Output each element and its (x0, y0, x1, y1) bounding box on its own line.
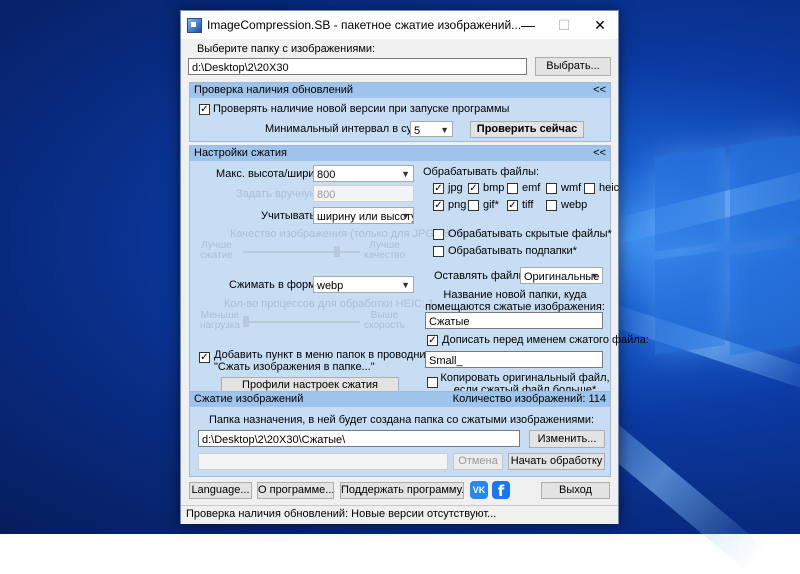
updates-title: Проверка наличия обновлений (194, 84, 354, 96)
process-files-label: Обрабатывать файлы: (423, 166, 540, 178)
about-button[interactable]: О программе... (257, 482, 334, 499)
check-on-start-checkbox[interactable]: ✓ (199, 104, 210, 115)
start-button[interactable]: Начать обработку (508, 453, 605, 470)
quality-slider[interactable] (243, 251, 360, 253)
max-size-value: 800 (317, 169, 336, 181)
compress-group: Сжатие изображений Количество изображени… (189, 391, 611, 477)
folder-label: Выберите папку с изображениями: (197, 43, 376, 55)
chevron-down-icon: ▼ (440, 125, 449, 135)
filetype-label: heic (599, 182, 620, 194)
hidden-files-label: Обрабатывать скрытые файлы* (448, 228, 612, 240)
maximize-button[interactable]: ☐ (546, 11, 582, 39)
compression-title: Настройки сжатия (194, 147, 287, 159)
filetype-checkbox-jpg[interactable]: ✓ (433, 183, 444, 194)
filetype-label: wmf (561, 182, 582, 194)
collapse-updates-button[interactable]: << (593, 84, 606, 96)
facebook-icon[interactable]: f (492, 481, 510, 500)
filetype-label: jpg (448, 182, 463, 194)
browse-button[interactable]: Выбрать... (535, 57, 611, 76)
context-menu-label: Добавить пункт в меню папок в проводнике… (214, 349, 437, 373)
exit-button[interactable]: Выход (541, 482, 610, 499)
chevron-down-icon: ▼ (401, 169, 410, 179)
app-icon (187, 18, 202, 33)
title-bar[interactable]: ImageCompression.SB - пакетное сжатие из… (181, 11, 618, 39)
compress-title: Сжатие изображений (194, 393, 304, 405)
subfolders-label: Обрабатывать подпапки* (448, 245, 577, 257)
copy-original-checkbox[interactable] (427, 377, 438, 388)
filetype-checkbox-emf[interactable] (507, 183, 518, 194)
filetype-checkbox-bmp[interactable]: ✓ (468, 183, 479, 194)
filetype-checkbox-gif[interactable] (468, 200, 479, 211)
filetype-checkbox-heic[interactable] (584, 183, 595, 194)
filetype-checkbox-png[interactable]: ✓ (433, 200, 444, 211)
vk-icon[interactable]: VK (470, 481, 488, 499)
minimize-button[interactable]: — (510, 11, 546, 39)
format-select[interactable]: webp ▼ (313, 276, 414, 293)
max-size-select[interactable]: 800 ▼ (313, 165, 414, 182)
updates-group: Проверка наличия обновлений << ✓ Проверя… (189, 82, 611, 142)
progress-bar (198, 453, 448, 470)
manual-size-input[interactable]: 800 (313, 185, 414, 202)
manual-label: Задать вручную (236, 188, 318, 200)
updates-header: Проверка наличия обновлений << (190, 83, 610, 98)
status-text: Проверка наличия обновлений: Новые верси… (186, 508, 497, 520)
prefix-label: Дописать перед именем сжатого файла: (442, 334, 649, 346)
consider-label: Учитывать (261, 210, 316, 222)
consider-value: ширину или высоту (317, 211, 414, 223)
filetype-checkbox-tiff[interactable]: ✓ (507, 200, 518, 211)
new-folder-label: Название новой папки, куда помещаются сж… (425, 289, 605, 313)
chevron-down-icon: ▼ (401, 211, 410, 221)
chevron-down-icon: ▼ (401, 280, 410, 290)
prefix-checkbox[interactable]: ✓ (427, 335, 438, 346)
interval-value: 5 (414, 125, 421, 137)
keep-files-label: Оставлять файлы:* (434, 270, 534, 282)
new-folder-input[interactable]: Сжатые (425, 312, 603, 329)
filetype-checkbox-webp[interactable] (546, 200, 557, 211)
check-now-button[interactable]: Проверить сейчас (470, 121, 584, 138)
filetype-label: gif* (483, 199, 499, 211)
change-destination-button[interactable]: Изменить... (529, 430, 605, 448)
quality-max-label: Лучше качество (364, 240, 406, 261)
subfolders-checkbox[interactable] (433, 246, 444, 257)
destination-label: Папка назначения, в ней будет создана па… (209, 414, 595, 426)
heic-slider[interactable] (243, 321, 360, 323)
status-bar: Проверка наличия обновлений: Новые верси… (181, 505, 618, 524)
image-count: Количество изображений: 114 (452, 393, 606, 405)
filetype-label: emf (522, 182, 541, 194)
heic-min-label: Меньше нагрузка (200, 310, 240, 331)
quality-label: Качество изображения (только для JPG): 8… (230, 228, 466, 240)
destination-input[interactable]: d:\Desktop\2\20X30\Сжатые\ (198, 430, 520, 447)
filetype-label: png (448, 199, 467, 211)
heic-processes-label: Кол-во процессов для обработки HEIC: 1 (224, 298, 435, 310)
filetype-label: webp (561, 199, 588, 211)
quality-min-label: Лучше сжатие (200, 240, 233, 261)
compression-header: Настройки сжатия << (190, 146, 610, 161)
format-value: webp (317, 280, 344, 292)
check-on-start-label: Проверять наличие новой версии при запус… (213, 103, 510, 115)
filetype-label: tiff (522, 199, 534, 211)
cancel-button[interactable]: Отмена (453, 453, 503, 470)
filetype-checkbox-wmf[interactable] (546, 183, 557, 194)
context-menu-checkbox[interactable]: ✓ (199, 352, 210, 363)
compress-header: Сжатие изображений Количество изображени… (190, 392, 610, 407)
folder-path-input[interactable]: d:\Desktop\2\20X30 (188, 58, 527, 75)
filetype-label: bmp (483, 182, 505, 194)
language-button[interactable]: Language... (189, 482, 252, 499)
app-window: ImageCompression.SB - пакетное сжатие из… (180, 10, 649, 524)
consider-select[interactable]: ширину или высоту ▼ (313, 207, 414, 224)
heic-max-label: Выше скорость (364, 310, 405, 331)
interval-select[interactable]: 5 ▼ (410, 121, 453, 137)
close-button[interactable]: ✕ (582, 11, 618, 39)
support-button[interactable]: Поддержать программу... (340, 482, 464, 499)
hidden-files-checkbox[interactable] (433, 229, 444, 240)
heic-slider-thumb[interactable] (243, 316, 249, 327)
keep-files-value: Оригинальные (524, 271, 600, 283)
chevron-down-icon: ▼ (590, 271, 599, 281)
collapse-compression-button[interactable]: << (593, 147, 606, 159)
window-title: ImageCompression.SB - пакетное сжатие из… (207, 18, 522, 32)
quality-slider-thumb[interactable] (333, 246, 340, 257)
keep-files-select[interactable]: Оригинальные ▼ (520, 267, 603, 284)
prefix-input[interactable]: Small_ (425, 351, 603, 368)
compression-settings-group: Настройки сжатия << Макс. высота/ширина*… (189, 145, 649, 396)
